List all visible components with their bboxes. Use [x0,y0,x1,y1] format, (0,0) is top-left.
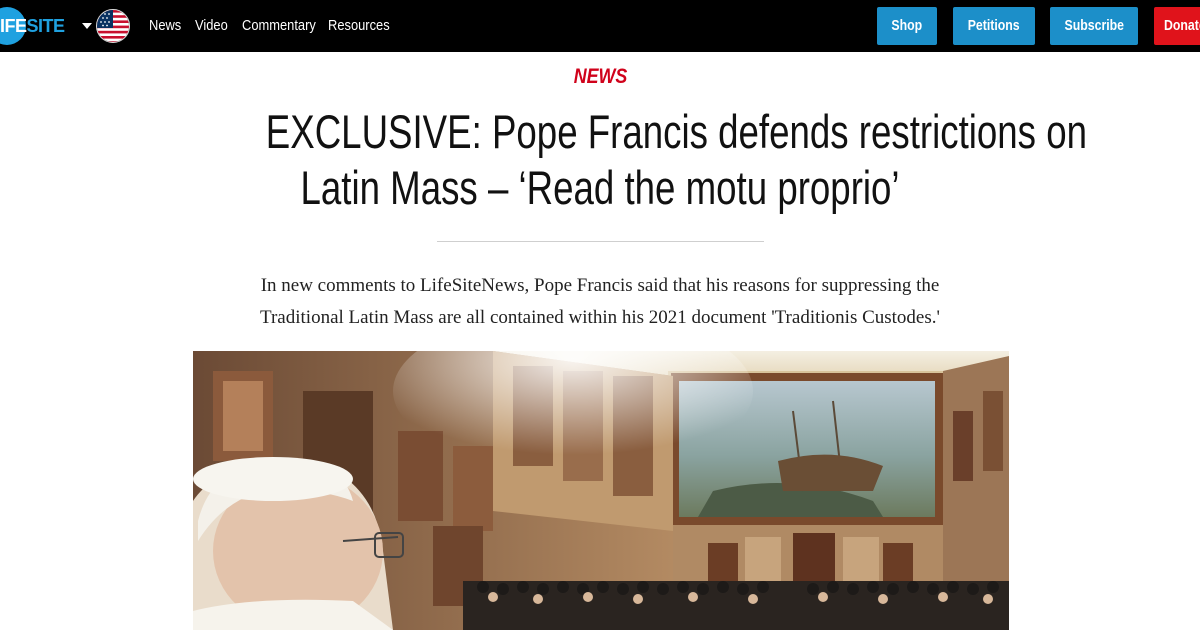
nav-link-video[interactable]: Video [195,16,228,36]
article-category-label: NEWS [573,65,627,88]
donate-button-label: Donate [1164,17,1200,34]
hero-image [193,351,1009,630]
audience-hall-photo [193,351,1009,630]
petitions-button-label: Petitions [968,17,1020,34]
top-navigation-bar: IFESITE News Video Commentary Resources … [0,0,1200,52]
donate-button[interactable]: Donate [1154,7,1200,45]
subscribe-button-label: Subscribe [1064,17,1124,34]
shop-button[interactable]: Shop [877,7,937,45]
logo-text-part2: SITE [26,16,66,36]
headline-line-1: EXCLUSIVE: Pope Francis defends restrict… [265,105,1087,158]
petitions-button[interactable]: Petitions [953,7,1035,45]
chevron-down-icon [82,23,92,29]
lifesite-logo[interactable]: IFESITE [0,7,68,45]
article-summary: In new comments to LifeSiteNews, Pope Fr… [170,270,1030,334]
nav-link-resources[interactable]: Resources [328,16,390,36]
region-selector[interactable] [82,9,132,43]
headline-divider [437,241,764,242]
headline-line-2: Latin Mass – ‘Read the motu proprio’ [300,161,900,214]
summary-line-2: Traditional Latin Mass are all contained… [260,307,940,328]
nav-link-news[interactable]: News [149,16,181,36]
article-headline: EXCLUSIVE: Pope Francis defends restrict… [150,104,1087,216]
nav-link-commentary[interactable]: Commentary [242,16,316,36]
shop-button-label: Shop [891,17,923,34]
subscribe-button[interactable]: Subscribe [1050,7,1138,45]
us-flag-icon [96,9,130,43]
logo-text-part1: IFE [0,16,27,36]
article-category[interactable]: NEWS [0,64,1200,90]
summary-line-1: In new comments to LifeSiteNews, Pope Fr… [260,275,940,296]
